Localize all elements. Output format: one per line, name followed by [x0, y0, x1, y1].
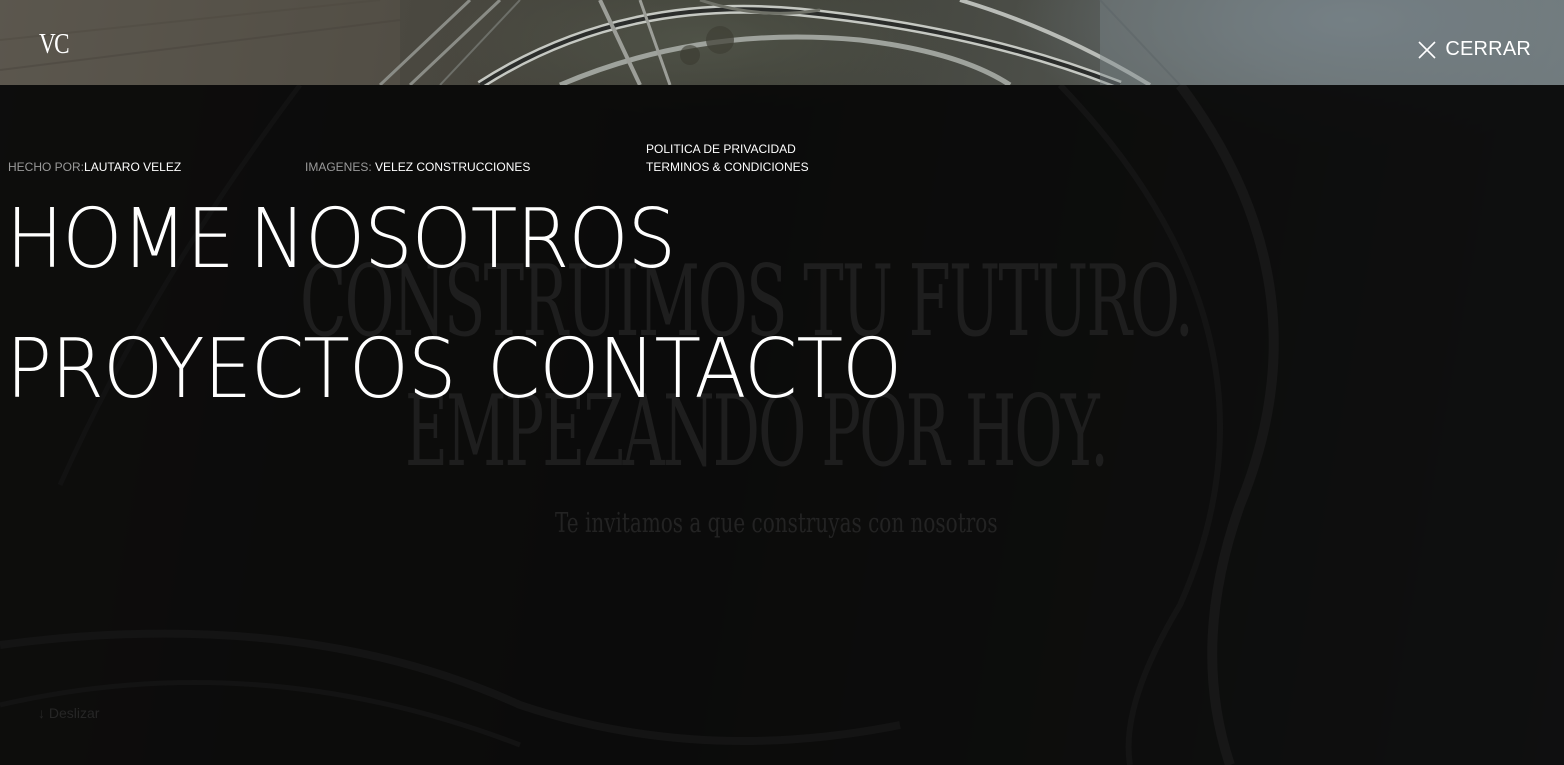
hero-subtitle: Te invitamos a que construyas con nosotr… [555, 508, 998, 539]
scroll-hint[interactable]: ↓ Deslizar [38, 705, 99, 721]
nav-link-home[interactable]: HOME [6, 192, 235, 288]
close-menu-button[interactable]: CERRAR [1418, 38, 1531, 61]
nav-link-contacto[interactable]: CONTACTO [487, 322, 902, 418]
credit-made-by: HECHO POR:LAUTARO VELEZ [8, 158, 181, 176]
menu-page: CONSTRUIMOS TU FUTURO. EMPEZANDO POR HOY… [0, 0, 1564, 765]
highway-interchange-illustration [0, 0, 1564, 85]
close-menu-label: CERRAR [1445, 38, 1531, 60]
nav-link-nosotros[interactable]: NOSOTROS [249, 192, 676, 288]
privacy-policy-link[interactable]: POLITICA DE PRIVACIDAD [646, 140, 809, 158]
arrow-down-icon: ↓ [38, 705, 45, 721]
nav-row: HOME NOSOTROS [6, 192, 966, 322]
main-nav: HOME NOSOTROS PROYECTOS CONTACTO [6, 192, 966, 452]
images-value: VELEZ CONSTRUCCIONES [375, 160, 531, 174]
nav-row: PROYECTOS CONTACTO [6, 322, 966, 452]
images-label: IMAGENES: [305, 160, 376, 174]
made-by-value: LAUTARO VELEZ [84, 160, 182, 174]
terms-conditions-link[interactable]: TERMINOS & CONDICIONES [646, 158, 809, 176]
made-by-label: HECHO POR: [8, 160, 85, 174]
site-logo[interactable]: VC [39, 28, 70, 61]
legal-links: POLITICA DE PRIVACIDAD TERMINOS & CONDIC… [646, 140, 809, 176]
credit-images: IMAGENES: VELEZ CONSTRUCCIONES [305, 158, 530, 176]
scroll-hint-label: Deslizar [48, 705, 100, 721]
nav-link-proyectos[interactable]: PROYECTOS [6, 322, 456, 418]
close-icon [1418, 40, 1436, 59]
